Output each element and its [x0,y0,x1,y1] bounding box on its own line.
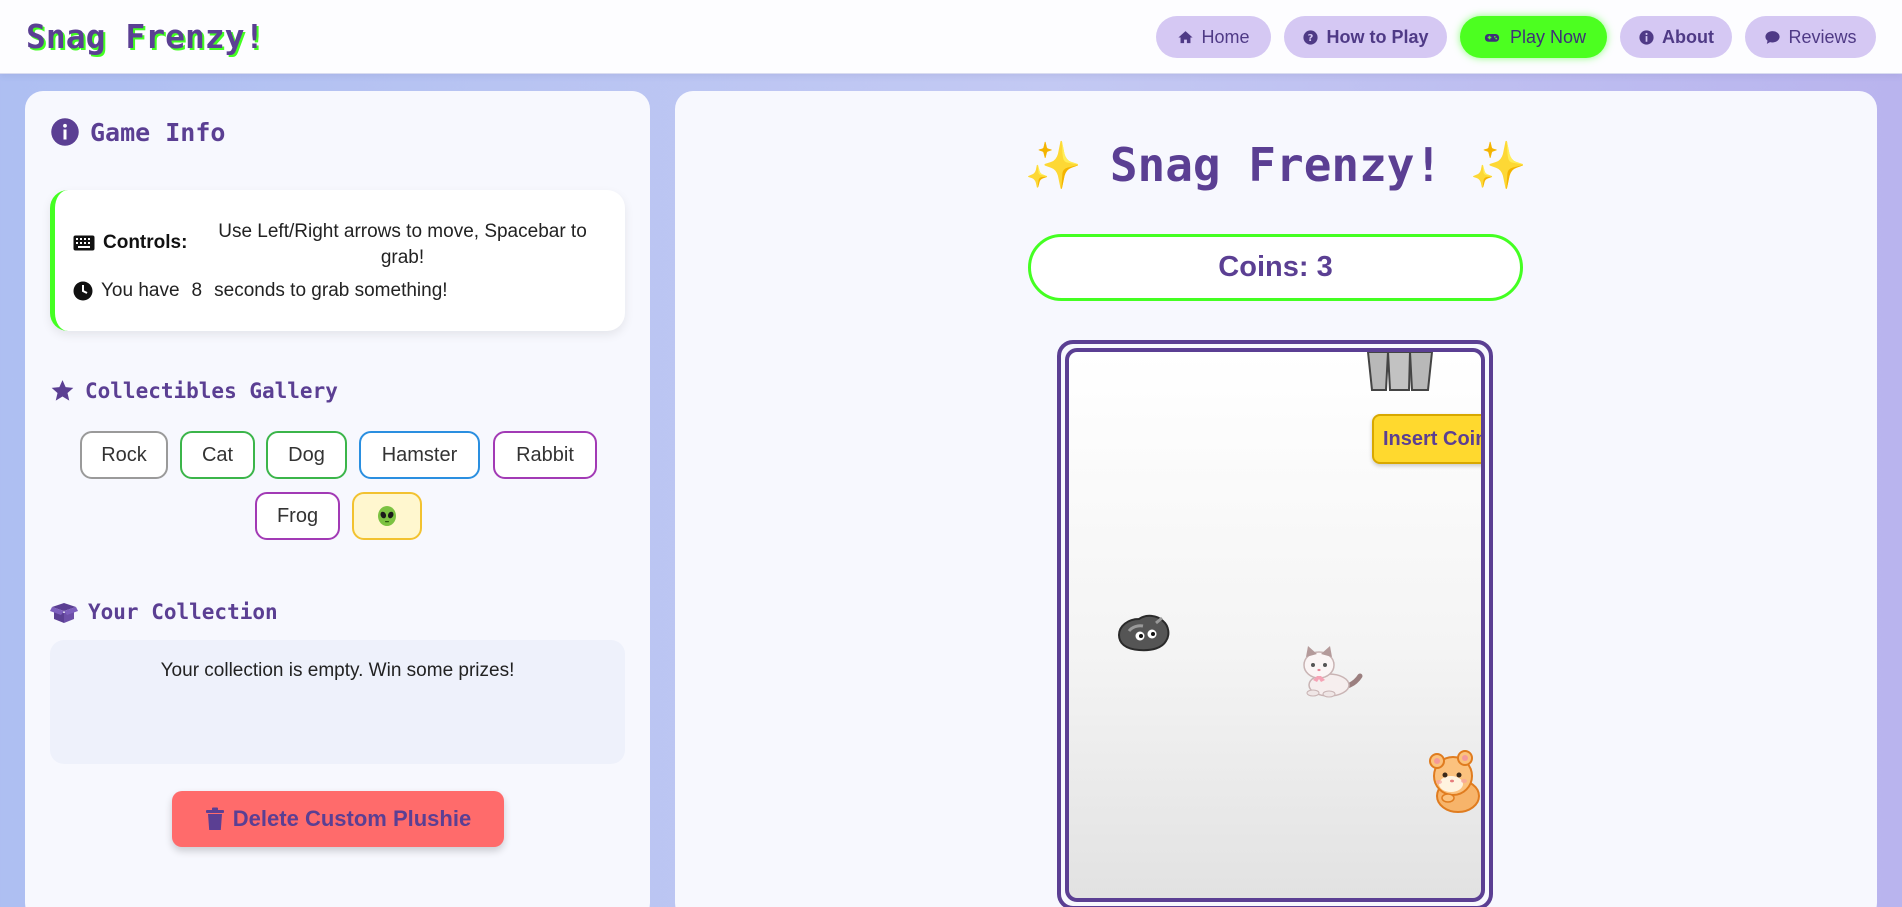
nav-home[interactable]: Home [1156,16,1271,58]
game-info-title: Game Info [90,117,226,147]
box-open-icon [50,603,78,623]
collection-empty-text: Your collection is empty. Win some prize… [160,660,515,681]
timer-prefix: You have [101,280,180,301]
collectible-rock[interactable]: Rock [80,431,168,479]
claw-machine-glass[interactable]: Insert Coin [1065,348,1485,902]
gallery-heading: Collectibles Gallery [50,378,338,403]
timer-row: You have 8 seconds to grab something! [73,280,448,302]
rock-plushie-icon [1117,614,1170,652]
delete-button-label: Delete Custom Plushie [232,806,472,831]
sparkle-icon: ✨ [1469,138,1528,192]
question-icon: ? [1303,29,1319,45]
delete-custom-plushie-button[interactable]: Delete Custom Plushie [172,791,504,847]
nav-play-now-label: Play Now [1509,26,1587,47]
timer-seconds: 8 [191,280,203,301]
info-circle-icon [51,118,79,146]
comment-icon [1765,30,1781,44]
left-panel: Game Info Controls: Use Left/Right arrow… [25,91,650,907]
collection-heading: Your Collection [50,600,278,624]
trash-icon [205,807,224,830]
controls-label-row: Controls: [73,232,187,254]
game-info-heading: Game Info [50,117,225,147]
gallery-title: Collectibles Gallery [85,378,338,403]
claw-icon [1366,352,1434,391]
sparkle-icon: ✨ [1024,138,1083,192]
nav-play-now[interactable]: Play Now [1460,16,1607,58]
collectible-cat[interactable]: Cat [180,431,255,479]
gamepad-icon [1484,33,1500,42]
game-title-text: Snag Frenzy! [1109,138,1443,192]
clock-icon [73,281,93,301]
game-title: ✨ Snag Frenzy! ✨ [675,138,1877,193]
nav-reviews-label: Reviews [1788,26,1857,47]
nav-how-to-play[interactable]: ? How to Play [1284,16,1447,58]
collection-title: Your Collection [88,600,278,624]
svg-text:?: ? [1308,33,1314,44]
star-icon [51,380,74,401]
brand-logo[interactable]: Snag Frenzy! [26,17,264,56]
coins-display: Coins: 3 [1028,234,1523,301]
keyboard-icon [73,235,95,251]
nav-about-label: About [1662,26,1714,47]
collectible-rabbit[interactable]: Rabbit [493,431,597,479]
alien-icon [378,506,396,526]
nav-reviews[interactable]: Reviews [1745,16,1876,58]
collectible-dog[interactable]: Dog [266,431,347,479]
collectible-frog[interactable]: Frog [255,492,340,540]
game-panel: ✨ Snag Frenzy! ✨ Coins: 3 Insert Coin [675,91,1877,907]
collectible-custom[interactable] [352,492,422,540]
cat-plushie-icon [1303,646,1363,698]
info-icon [1639,29,1654,45]
timer-suffix: seconds to grab something! [214,280,448,301]
controls-label: Controls: [103,232,188,253]
nav-home-label: Home [1201,26,1250,47]
nav-how-to-play-label: How to Play [1326,26,1429,47]
insert-coin-button[interactable]: Insert Coin [1372,414,1481,464]
collection-box: Your collection is empty. Win some prize… [50,640,625,764]
collectible-hamster[interactable]: Hamster [359,431,480,479]
nav-about[interactable]: About [1620,16,1732,58]
hamster-plushie-icon [1429,750,1480,813]
claw-machine: Insert Coin [1057,340,1493,907]
controls-description: Use Left/Right arrows to move, Spacebar … [218,221,587,268]
home-icon [1178,30,1194,43]
navbar: Snag Frenzy! Home ? How to Play Play Now… [0,0,1902,74]
controls-card: Controls: Use Left/Right arrows to move,… [50,190,625,331]
